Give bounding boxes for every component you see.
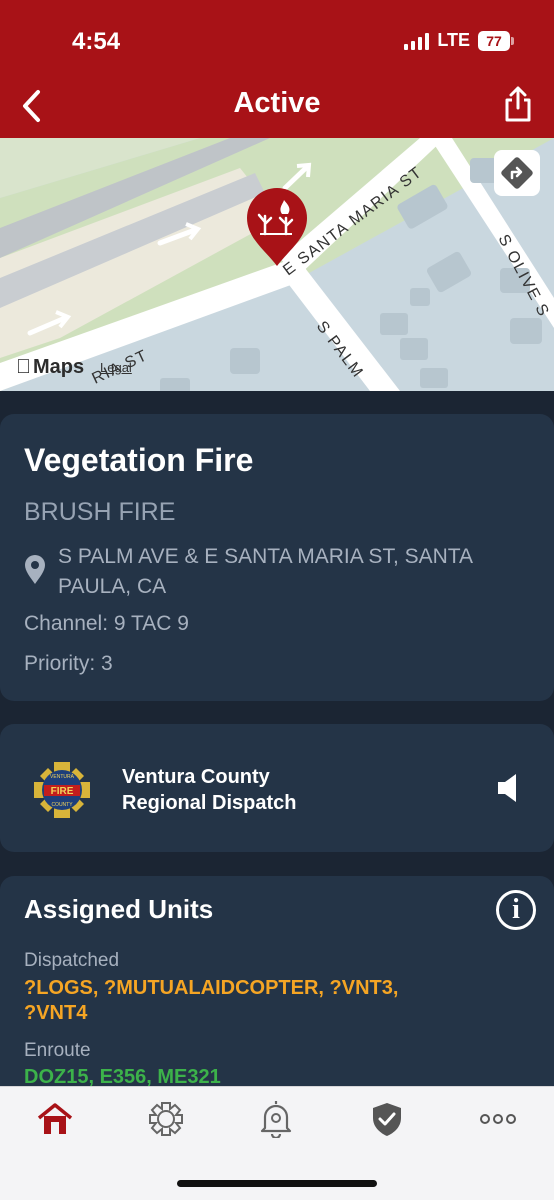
dispatched-label: Dispatched [24,950,120,971]
incident-channel: Channel: 9 TAC 9 [24,612,189,635]
map-canvas[interactable]: E SANTA MARIA ST S PALM S OLIVE S RIA ST [0,138,554,391]
shield-check-icon [373,1103,401,1136]
incident-subtitle: BRUSH FIRE [24,498,176,526]
tab-incidents[interactable] [146,1099,186,1139]
apple-maps-logo: Maps [16,356,84,379]
svg-text:FIRE: FIRE [51,786,74,797]
directions-button[interactable] [494,150,540,196]
apple-logo-icon:  [16,356,31,379]
directions-icon [501,157,533,189]
home-icon [37,1103,73,1134]
app-header: 4:54 LTE 77 Active [0,0,554,138]
incident-title: Vegetation Fire [24,442,254,478]
enroute-label: Enroute [24,1040,91,1061]
fire-badge-icon [149,1102,183,1136]
incident-location[interactable]: S PALM AVE & E SANTA MARIA ST, SANTA PAU… [58,542,538,602]
incident-priority: Priority: 3 [24,652,113,675]
dispatch-center-name: Ventura County Regional Dispatch [122,766,297,814]
page-title: Active [233,87,321,119]
home-indicator[interactable] [177,1180,377,1187]
ventura-fire-badge-icon: FIRE VENTURA COUNTY [34,762,90,818]
signal-icon [404,32,430,50]
map-legal-link[interactable]: Legal [100,360,132,375]
location-pin-icon [25,555,45,584]
tab-alerts[interactable] [256,1099,296,1139]
battery-icon: 77 [478,30,514,51]
network-label: LTE [437,30,470,50]
incident-map[interactable]: E SANTA MARIA ST S PALM S OLIVE S RIA ST… [0,138,554,391]
tab-verified[interactable] [367,1099,407,1139]
incident-details-card: Vegetation Fire BRUSH FIRE S PALM AVE & … [0,414,554,701]
info-icon[interactable]: i [496,890,536,930]
share-icon[interactable] [502,84,534,124]
battery-level: 77 [478,30,510,51]
status-indicators: LTE 77 [404,30,514,51]
speaker-icon[interactable] [496,772,520,804]
svg-text:VENTURA: VENTURA [50,774,75,780]
tab-more[interactable] [478,1099,518,1139]
more-icon [480,1114,516,1124]
alert-bell-icon [260,1101,292,1138]
assigned-units-title: Assigned Units [24,894,214,924]
svg-text:COUNTY: COUNTY [51,802,73,808]
tab-home[interactable] [35,1099,75,1139]
status-time: 4:54 [72,28,121,55]
dispatch-card: FIRE VENTURA COUNTY Ventura County Regio… [0,724,554,852]
assigned-units-card: Assigned Units i Dispatched ?LOGS, ?MUTU… [0,876,554,1088]
dispatched-units: ?LOGS, ?MUTUALAIDCOPTER, ?VNT3, ?VNT4 [24,977,399,1024]
